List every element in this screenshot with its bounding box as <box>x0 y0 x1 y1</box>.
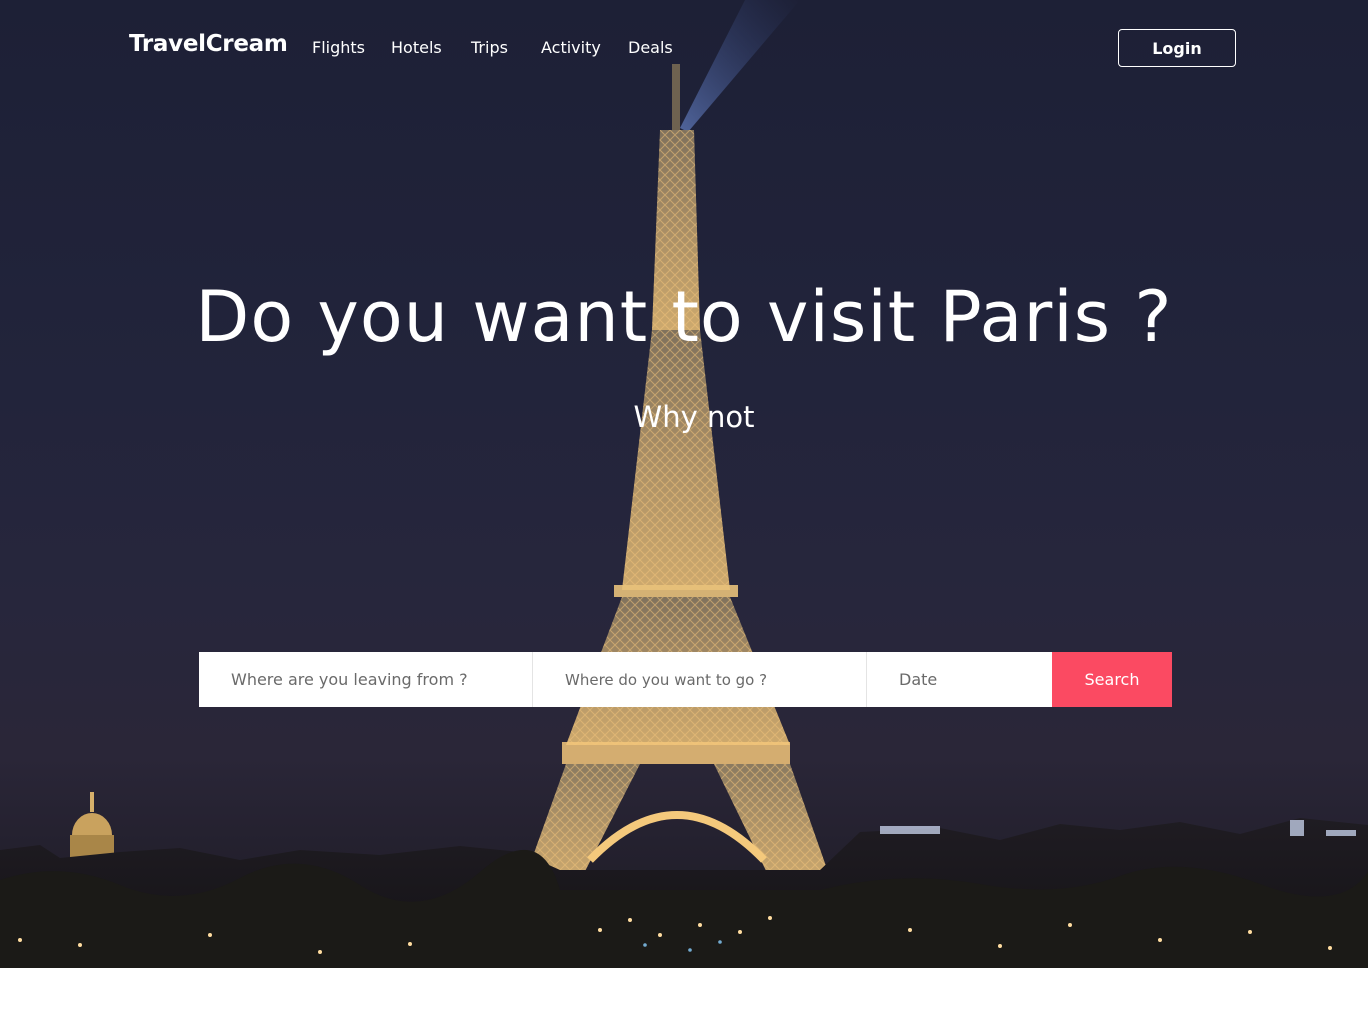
origin-input[interactable] <box>199 652 533 707</box>
hero-subheadline: Why not <box>633 400 755 434</box>
search-form: Search <box>199 652 1172 707</box>
nav-link-deals[interactable]: Deals <box>628 38 673 57</box>
hero-section: TravelCream Flights Hotels Trips Activit… <box>0 0 1368 968</box>
top-navigation: TravelCream Flights Hotels Trips Activit… <box>0 0 1368 96</box>
nav-link-trips[interactable]: Trips <box>471 38 508 57</box>
nav-link-hotels[interactable]: Hotels <box>391 38 442 57</box>
eiffel-tower-night-photo <box>0 0 1368 968</box>
login-button[interactable]: Login <box>1118 29 1236 67</box>
search-button[interactable]: Search <box>1052 652 1172 707</box>
destination-input[interactable] <box>533 652 867 707</box>
nav-link-activity[interactable]: Activity <box>541 38 601 57</box>
hero-headline: Do you want to visit Paris ? <box>195 276 1173 358</box>
nav-link-flights[interactable]: Flights <box>312 38 365 57</box>
brand-logo[interactable]: TravelCream <box>129 31 288 57</box>
date-input[interactable] <box>867 652 1052 707</box>
